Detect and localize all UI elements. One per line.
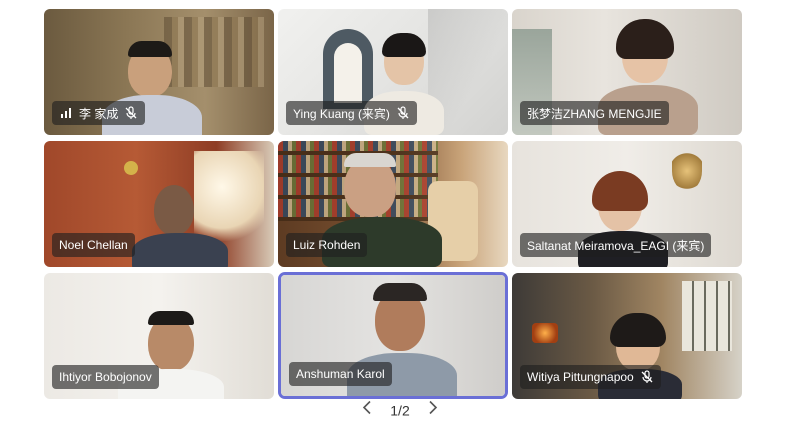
- mic-muted-icon: [124, 106, 138, 120]
- participant-nameplate: Noel Chellan: [52, 233, 135, 257]
- participant-name: Witiya Pittungnapoo: [527, 370, 634, 384]
- participant-nameplate: Luiz Rohden: [286, 233, 368, 257]
- participant-name: 李 家成: [79, 106, 119, 121]
- video-tile[interactable]: Witiya Pittungnapoo: [512, 273, 742, 399]
- participant-nameplate: Ihtiyor Bobojonov: [52, 365, 159, 389]
- video-tile-active-speaker[interactable]: Anshuman Karol: [278, 272, 508, 399]
- video-tile[interactable]: 李 家成: [44, 9, 274, 135]
- chevron-left-icon[interactable]: [362, 400, 372, 420]
- video-tile[interactable]: Luiz Rohden: [278, 141, 508, 267]
- participant-name: Saltanat Meiramova_EAGI (来宾): [527, 238, 705, 253]
- participant-nameplate: Ying Kuang (来宾): [286, 101, 417, 125]
- video-tile[interactable]: Ying Kuang (来宾): [278, 9, 508, 135]
- participant-nameplate: 张梦洁ZHANG MENGJIE: [520, 101, 669, 125]
- participant-name: Ying Kuang (来宾): [293, 106, 390, 121]
- participant-name: Noel Chellan: [59, 238, 128, 252]
- page-indicator: 1/2: [390, 402, 410, 418]
- mic-muted-icon: [396, 106, 410, 120]
- participant-nameplate: 李 家成: [52, 101, 146, 125]
- video-tile[interactable]: Noel Chellan: [44, 141, 274, 267]
- participant-name: Ihtiyor Bobojonov: [59, 370, 152, 384]
- participant-name: Luiz Rohden: [293, 238, 361, 252]
- participant-nameplate: Saltanat Meiramova_EAGI (来宾): [520, 233, 712, 257]
- mic-muted-icon: [640, 370, 654, 384]
- video-tile[interactable]: Ihtiyor Bobojonov: [44, 273, 274, 399]
- chevron-right-icon[interactable]: [428, 400, 438, 420]
- signal-strength-icon: [59, 106, 73, 120]
- video-tile[interactable]: Saltanat Meiramova_EAGI (来宾): [512, 141, 742, 267]
- participant-nameplate: Witiya Pittungnapoo: [520, 365, 661, 389]
- video-tile[interactable]: 张梦洁ZHANG MENGJIE: [512, 9, 742, 135]
- participant-nameplate: Anshuman Karol: [289, 362, 392, 386]
- participant-name: Anshuman Karol: [296, 367, 385, 381]
- pagination: 1/2: [0, 400, 800, 420]
- participant-name: 张梦洁ZHANG MENGJIE: [527, 106, 662, 121]
